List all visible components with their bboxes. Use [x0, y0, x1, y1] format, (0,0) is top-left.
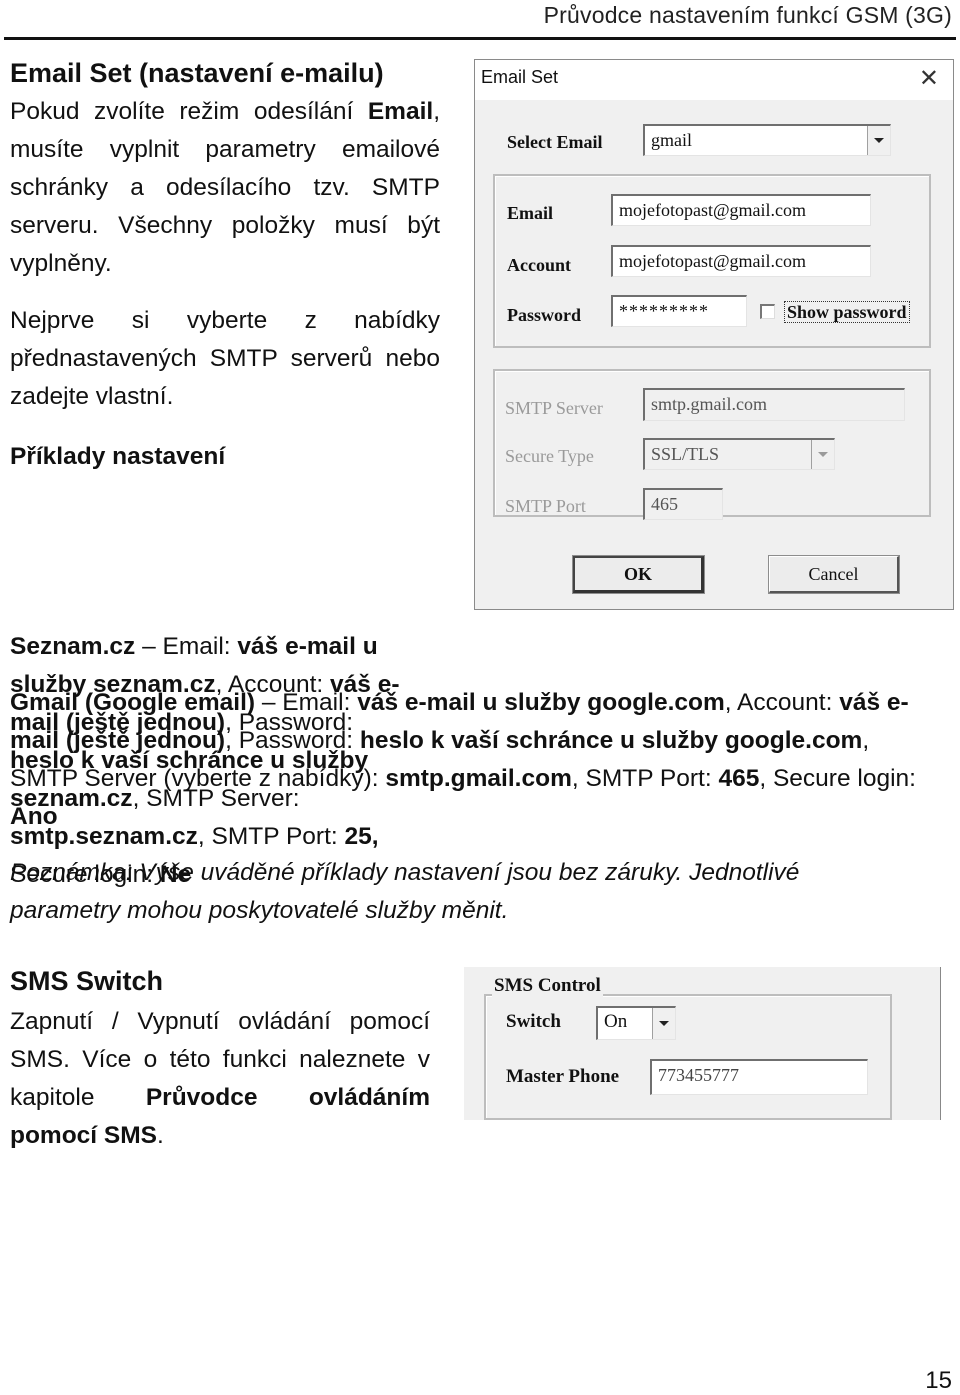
sms-body-paragraph: Zapnutí / Vypnutí ovládání pomocí SMS. V…	[10, 1003, 430, 1155]
switch-chevron-button[interactable]	[652, 1008, 675, 1039]
bold-run: váš e-mail u služby google.com	[357, 689, 725, 716]
secure-type-label: Secure Type	[505, 446, 594, 466]
text-run: , Password:	[225, 727, 360, 754]
sms-control-group-title: SMS Control	[492, 975, 603, 997]
text-run: Pokud zvolíte režim odesílání	[10, 98, 368, 125]
account-input[interactable]: mojefotopast@gmail.com	[611, 245, 871, 277]
password-input[interactable]: *********	[611, 295, 747, 327]
bold-run: Seznam.cz	[10, 633, 136, 660]
sms-control-panel: SMS Control Switch On Master Phone 77345…	[464, 967, 941, 1120]
master-phone-label: Master Phone	[506, 1066, 620, 1087]
secure-type-dropdown[interactable]: SSL/TLS	[643, 438, 835, 470]
chevron-down-icon	[818, 452, 828, 457]
secure-type-value: SSL/TLS	[651, 444, 720, 464]
ok-button[interactable]: OK	[572, 555, 705, 594]
bold-run: Gmail (Google email)	[10, 689, 256, 716]
sms-section-heading: SMS Switch	[10, 966, 164, 996]
text-run: .	[157, 1122, 164, 1149]
bold-run: 465	[718, 765, 760, 792]
switch-dropdown[interactable]: On	[596, 1006, 676, 1040]
wrap-spacer	[0, 476, 410, 628]
bold-run: smtp.gmail.com	[385, 765, 572, 792]
gmail-example-paragraph: Gmail (Google email) – Email: váš e-mail…	[10, 684, 940, 836]
text-run: , Account:	[724, 689, 840, 716]
bold-run: Email	[367, 98, 434, 125]
select-email-label: Select Email	[507, 132, 603, 152]
select-email-value: gmail	[651, 130, 692, 150]
email-section-heading: Email Set (nastavení e-mailu)	[10, 58, 384, 88]
account-label: Account	[507, 255, 571, 275]
dialog-title: Email Set	[481, 67, 559, 87]
close-icon[interactable]: ✕	[919, 65, 939, 93]
text-run: – Email:	[255, 689, 358, 716]
switch-label: Switch	[506, 1011, 561, 1032]
secure-type-chevron-button[interactable]	[811, 440, 834, 469]
header-divider	[4, 37, 956, 40]
email-input[interactable]: mojefotopast@gmail.com	[611, 194, 871, 226]
chevron-down-icon	[659, 1021, 669, 1026]
smtp-server-input[interactable]: smtp.gmail.com	[643, 388, 905, 421]
email-set-dialog: Email Set ✕ Select Email gmail Email moj…	[474, 59, 954, 610]
show-password-label[interactable]: Show password	[784, 301, 910, 323]
smtp-server-label: SMTP Server	[505, 398, 603, 418]
show-password-checkbox[interactable]	[760, 304, 775, 319]
header-title: Průvodce nastavením funkcí GSM (3G)	[543, 2, 952, 28]
select-email-chevron-button[interactable]	[867, 126, 890, 155]
password-label: Password	[507, 305, 582, 325]
text-run: – Email:	[135, 633, 238, 660]
select-email-dropdown[interactable]: gmail	[643, 124, 891, 156]
chevron-down-icon	[874, 138, 884, 143]
disclaimer-note: Poznámka: Výše uváděné příklady nastaven…	[10, 859, 800, 924]
examples-heading: Příklady nastavení	[10, 443, 226, 470]
email-instruction-paragraph: Nejprve si vyberte z nabídky přednastave…	[10, 307, 440, 410]
smtp-port-input[interactable]: 465	[643, 488, 723, 520]
bold-run: heslo k vaší schránce u služby google.co…	[359, 727, 863, 754]
master-phone-input[interactable]: 773455777	[650, 1059, 868, 1095]
text-run: , SMTP Port:	[571, 765, 719, 792]
email-intro-paragraph: Pokud zvolíte režim odesílání Email, mus…	[10, 93, 440, 283]
seznam-example-paragraph: Seznam.cz – Email: váš e-mail u služby s…	[10, 476, 410, 888]
dialog-titlebar: Email Set ✕	[475, 60, 953, 100]
page-header: Průvodce nastavením funkcí GSM (3G)	[0, 0, 960, 40]
cancel-button[interactable]: Cancel	[768, 555, 900, 594]
switch-value: On	[604, 1011, 628, 1032]
bold-run: Ano	[10, 803, 58, 830]
panel-edge	[940, 967, 941, 1120]
text-run: , Secure login:	[759, 765, 916, 792]
smtp-port-label: SMTP Port	[505, 496, 586, 516]
page-number: 15	[925, 1367, 952, 1394]
email-label: Email	[507, 203, 554, 223]
